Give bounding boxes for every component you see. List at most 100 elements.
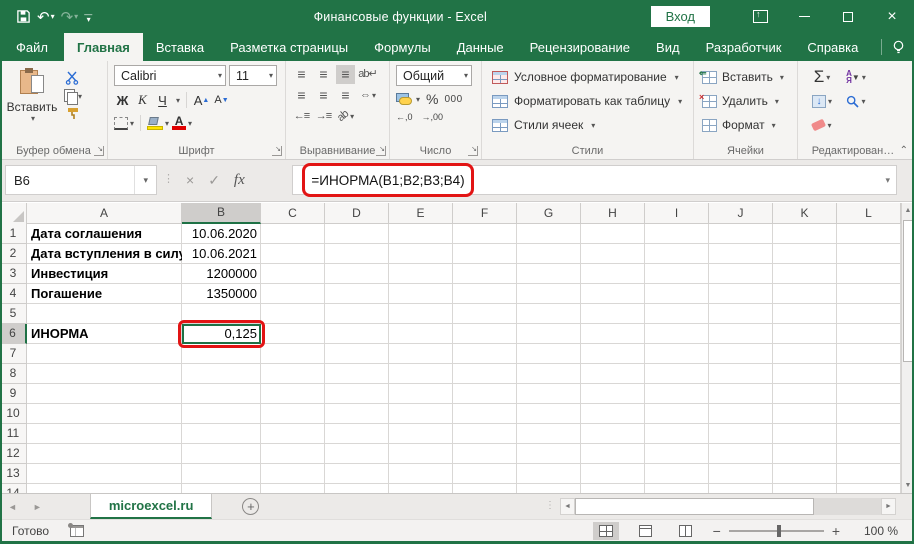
increase-decimal-icon[interactable]: ←,0 — [396, 113, 413, 122]
cell-A3[interactable]: Инвестиция — [27, 264, 182, 284]
paste-button[interactable]: Вставить ▾ — [6, 65, 58, 143]
row-header-3[interactable]: 3 — [0, 264, 27, 284]
clear-icon[interactable]: ▾ — [806, 118, 838, 132]
format-as-table-button[interactable]: Форматировать как таблицу ▾ — [492, 89, 689, 113]
decrease-indent-icon[interactable]: ←≡ — [292, 107, 311, 126]
align-middle-icon[interactable]: ≡ — [314, 65, 333, 84]
format-painter-icon[interactable] — [64, 107, 82, 121]
column-header-J[interactable]: J — [709, 203, 773, 224]
row-header-12[interactable]: 12 — [0, 444, 27, 464]
column-header-A[interactable]: A — [27, 203, 182, 224]
cell-B2[interactable]: 10.06.2021 — [182, 244, 261, 264]
tab-page-layout[interactable]: Разметка страницы — [217, 33, 361, 61]
maximize-icon[interactable] — [826, 0, 870, 33]
customize-qat-icon[interactable]: — ▾ — [84, 10, 92, 23]
tab-formulas[interactable]: Формулы — [361, 33, 444, 61]
undo-button[interactable]: ↶ ▾ — [37, 8, 55, 26]
column-header-D[interactable]: D — [325, 203, 389, 224]
scroll-left-icon[interactable]: ◄ — [560, 498, 575, 515]
decrease-decimal-icon[interactable]: →,00 — [422, 113, 444, 122]
sheet-tab-active[interactable]: microexcel.ru — [89, 494, 213, 519]
tab-review[interactable]: Рецензирование — [517, 33, 643, 61]
horizontal-scrollbar[interactable]: ⋮ ◄ ► — [545, 498, 896, 515]
redo-dropdown-icon[interactable]: ▾ — [74, 12, 78, 21]
font-name-select[interactable]: Calibri ▾ — [114, 65, 226, 86]
row-header-9[interactable]: 9 — [0, 384, 27, 404]
column-header-K[interactable]: K — [773, 203, 837, 224]
orientation-icon[interactable]: ab▾ — [335, 107, 355, 126]
percent-style-icon[interactable]: % — [426, 91, 438, 107]
row-header-4[interactable]: 4 — [0, 284, 27, 304]
horizontal-scroll-track[interactable] — [575, 498, 881, 515]
cell-A1[interactable]: Дата соглашения — [27, 224, 182, 244]
name-box[interactable]: B6 ▾ — [5, 165, 157, 195]
enter-icon[interactable]: ✓ — [208, 172, 220, 189]
select-all-corner[interactable] — [0, 203, 27, 224]
grow-font-button[interactable]: А ▲ — [193, 91, 210, 109]
column-header-G[interactable]: G — [517, 203, 581, 224]
column-header-B[interactable]: B — [182, 203, 261, 224]
minimize-icon[interactable] — [782, 0, 826, 33]
cancel-icon[interactable]: × — [186, 172, 194, 188]
cut-icon[interactable] — [64, 71, 82, 85]
italic-button[interactable]: К — [134, 91, 151, 109]
align-left-icon[interactable]: ≡ — [292, 86, 311, 105]
sheet-nav-left-icon[interactable]: ◄ — [0, 494, 25, 519]
row-header-2[interactable]: 2 — [0, 244, 27, 264]
zoom-slider[interactable] — [728, 524, 824, 537]
tab-insert[interactable]: Вставка — [143, 33, 217, 61]
shrink-font-button[interactable]: А ▼ — [213, 91, 230, 109]
column-header-F[interactable]: F — [453, 203, 517, 224]
merge-center-icon[interactable]: ⇔ ▾ — [358, 86, 377, 105]
paste-dropdown-icon[interactable]: ▾ — [31, 114, 35, 123]
insert-cells-button[interactable]: ⇐ Вставить ▾ — [699, 65, 793, 89]
cell-A2[interactable]: Дата вступления в силу — [27, 244, 182, 264]
align-center-icon[interactable]: ≡ — [314, 86, 333, 105]
delete-cells-button[interactable]: × Удалить ▾ — [699, 89, 793, 113]
collapse-ribbon-icon[interactable]: ⌃ — [900, 145, 908, 156]
row-header-1[interactable]: 1 — [0, 224, 27, 244]
font-dialog-launcher[interactable]: ↘ — [272, 146, 282, 156]
formula-bar-resize-handle[interactable]: ⋮ — [163, 172, 175, 185]
scrollbar-resize-handle[interactable]: ⋮ — [545, 500, 555, 511]
autosum-icon[interactable]: Σ ▾ — [806, 67, 838, 87]
zoom-out-icon[interactable]: − — [713, 523, 721, 539]
expand-formula-bar-icon[interactable]: ▾ — [885, 175, 890, 186]
tab-developer[interactable]: Разработчик — [693, 33, 795, 61]
font-size-select[interactable]: 11 ▾ — [229, 65, 277, 86]
macro-record-icon[interactable] — [68, 522, 84, 537]
fill-color-icon[interactable]: ▾ — [147, 116, 169, 130]
tab-home[interactable]: Главная — [63, 33, 143, 61]
clipboard-dialog-launcher[interactable]: ↘ — [94, 146, 104, 156]
insert-function-icon[interactable]: fx — [234, 172, 245, 189]
fill-icon[interactable]: ↓ ▾ — [806, 94, 838, 108]
row-header-7[interactable]: 7 — [0, 344, 27, 364]
row-header-5[interactable]: 5 — [0, 304, 27, 324]
conditional-formatting-button[interactable]: Условное форматирование ▾ — [492, 65, 689, 89]
column-header-L[interactable]: L — [837, 203, 901, 224]
horizontal-scroll-thumb[interactable] — [575, 498, 814, 515]
row-header-14[interactable]: 14 — [0, 484, 27, 493]
copy-icon[interactable]: ▾ — [64, 89, 82, 105]
zoom-in-icon[interactable]: + — [832, 523, 840, 539]
name-box-dropdown-icon[interactable]: ▾ — [134, 166, 156, 194]
cell-B4[interactable]: 1350000 — [182, 284, 261, 304]
align-top-icon[interactable]: ≡ — [292, 65, 311, 84]
ribbon-display-options-icon[interactable] — [738, 0, 782, 33]
number-format-select[interactable]: Общий ▾ — [396, 65, 472, 86]
borders-icon[interactable]: ▾ — [114, 116, 134, 130]
comma-style-icon[interactable]: 000 — [444, 94, 462, 105]
signin-button[interactable]: Вход — [650, 6, 710, 27]
tab-view[interactable]: Вид — [643, 33, 693, 61]
underline-button[interactable]: Ч — [154, 91, 171, 109]
cell-B3[interactable]: 1200000 — [182, 264, 261, 284]
column-header-E[interactable]: E — [389, 203, 453, 224]
row-header-13[interactable]: 13 — [0, 464, 27, 484]
underline-dropdown-icon[interactable]: ▾ — [176, 96, 180, 105]
number-dialog-launcher[interactable]: ↘ — [468, 146, 478, 156]
zoom-level[interactable]: 100 % — [854, 524, 898, 538]
row-header-10[interactable]: 10 — [0, 404, 27, 424]
accounting-format-icon[interactable]: ▾ — [396, 92, 420, 106]
format-cells-button[interactable]: Формат ▾ — [702, 113, 793, 137]
increase-indent-icon[interactable]: →≡ — [314, 107, 333, 126]
